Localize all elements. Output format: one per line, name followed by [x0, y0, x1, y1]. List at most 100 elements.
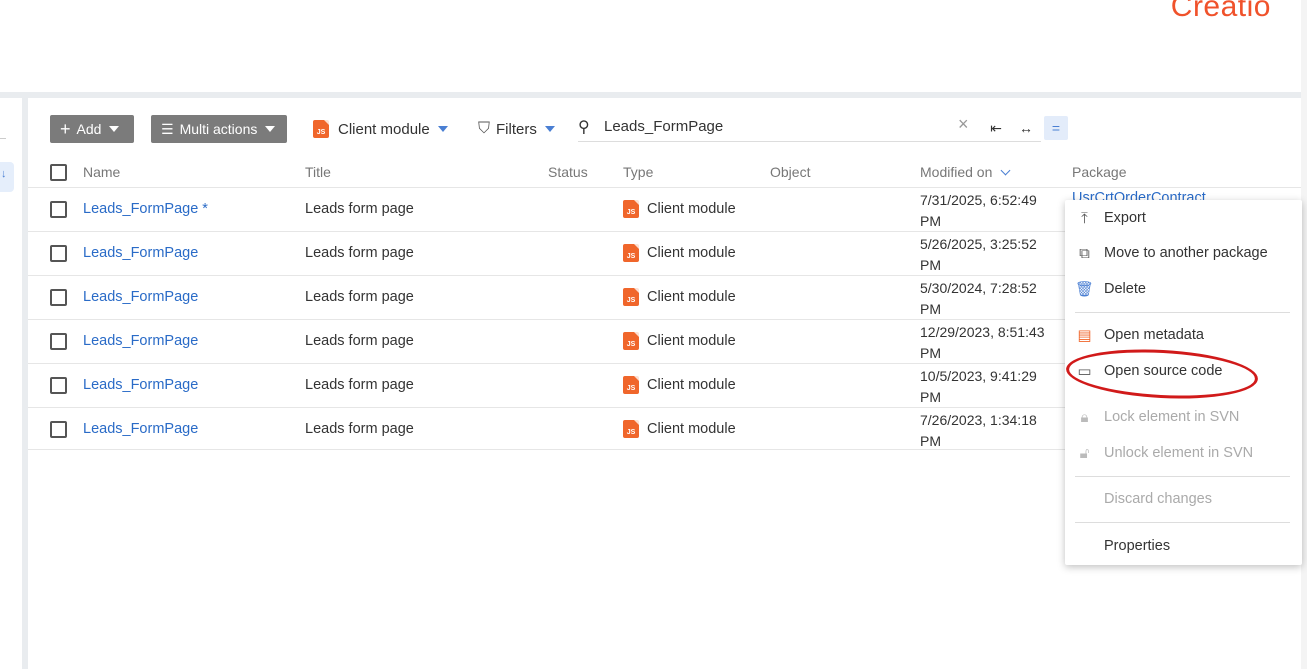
row-modified-date: 7/26/2023, 1:34:18	[920, 412, 1037, 428]
row-name-link[interactable]: Leads_FormPage	[83, 333, 198, 349]
menu-item-properties[interactable]: Properties	[1065, 531, 1302, 561]
col-package[interactable]: Package	[1072, 164, 1126, 180]
col-title[interactable]: Title	[305, 164, 331, 180]
collapse-left-icon[interactable]: ⇤	[984, 116, 1008, 140]
menu-item-label: Open metadata	[1104, 327, 1204, 343]
row-checkbox[interactable]	[50, 289, 67, 306]
filters-button[interactable]: ⛉ Filters	[478, 115, 555, 143]
clear-search-icon[interactable]: ×	[958, 114, 969, 135]
col-modified-on-label: Modified on	[920, 164, 993, 180]
row-modified-date: 10/5/2023, 9:41:29	[920, 368, 1037, 384]
table-row[interactable]: Leads_FormPage Leads form page JS Client …	[28, 363, 1068, 407]
menu-item-move-package[interactable]: ⧉ Move to another package	[1065, 238, 1302, 268]
multi-actions-button[interactable]: ☰ Multi actions	[151, 115, 287, 143]
col-name[interactable]: Name	[83, 164, 120, 180]
row-modified-on: 12/29/2023, 8:51:43 PM	[920, 322, 1045, 364]
table-header: Name Title Status Type Object Modified o…	[28, 158, 1301, 188]
expand-width-icon[interactable]: ↔	[1014, 116, 1038, 140]
menu-separator	[1075, 476, 1290, 477]
menu-item-label: Open source code	[1104, 363, 1223, 379]
js-file-icon: JS	[623, 200, 639, 218]
col-type[interactable]: Type	[623, 164, 653, 180]
row-type-label: Client module	[647, 421, 736, 437]
table-row[interactable]: Leads_FormPage Leads form page JS Client …	[28, 275, 1068, 319]
row-title: Leads form page	[305, 421, 414, 437]
menu-item-label: Export	[1104, 210, 1146, 226]
row-type-label: Client module	[647, 245, 736, 261]
row-modified-ampm: PM	[920, 257, 941, 273]
col-status[interactable]: Status	[548, 164, 588, 180]
row-type: JS Client module	[623, 288, 736, 306]
row-modified-on: 10/5/2023, 9:41:29 PM	[920, 366, 1037, 408]
row-type-label: Client module	[647, 377, 736, 393]
row-type-label: Client module	[647, 333, 736, 349]
add-button[interactable]: + Add	[50, 115, 134, 143]
row-modified-ampm: PM	[920, 213, 941, 229]
upload-icon: ⤒	[1081, 209, 1088, 227]
row-name-link[interactable]: Leads_FormPage	[83, 245, 198, 261]
row-type-label: Client module	[647, 201, 736, 217]
source-code-icon: ▭	[1077, 363, 1092, 380]
left-panel: ↓	[0, 98, 22, 669]
menu-item-open-source-code[interactable]: ▭ Open source code	[1065, 356, 1302, 386]
js-file-icon: JS	[623, 244, 639, 262]
menu-item-label: Delete	[1104, 281, 1146, 297]
row-title: Leads form page	[305, 333, 414, 349]
row-modified-ampm: PM	[920, 301, 941, 317]
row-checkbox[interactable]	[50, 201, 67, 218]
row-checkbox[interactable]	[50, 245, 67, 262]
plus-icon: +	[60, 119, 71, 139]
table-row[interactable]: Leads_FormPage Leads form page JS Client …	[28, 407, 1068, 451]
move-package-icon: ⧉	[1079, 244, 1090, 262]
row-checkbox[interactable]	[50, 333, 67, 350]
row-title: Leads form page	[305, 245, 414, 261]
js-file-icon: JS	[623, 288, 639, 306]
menu-item-label: Discard changes	[1104, 491, 1212, 507]
menu-separator	[1075, 522, 1290, 523]
row-title: Leads form page	[305, 289, 414, 305]
context-menu: ⤒ Export ⧉ Move to another package 🗑 Del…	[1065, 200, 1302, 565]
col-object[interactable]: Object	[770, 164, 810, 180]
chevron-down-icon	[109, 126, 120, 132]
metadata-icon: ▤	[1077, 327, 1092, 344]
row-modified-ampm: PM	[920, 345, 941, 361]
filters-label: Filters	[496, 120, 537, 138]
menu-item-delete[interactable]: 🗑 Delete	[1065, 274, 1302, 304]
multi-actions-label: Multi actions	[179, 121, 258, 137]
left-panel-divider	[0, 138, 6, 139]
menu-item-unlock-svn: 🔓︎ Unlock element in SVN	[1065, 438, 1302, 468]
left-panel-item-icon: ↓	[1, 168, 7, 180]
row-name-link[interactable]: Leads_FormPage *	[83, 201, 208, 217]
filter-icon: ⛉	[478, 120, 491, 137]
row-name-link[interactable]: Leads_FormPage	[83, 421, 198, 437]
list-icon: ☰	[161, 120, 174, 137]
menu-item-label: Properties	[1104, 538, 1171, 554]
row-name-link[interactable]: Leads_FormPage	[83, 377, 198, 393]
row-modified-date: 12/29/2023, 8:51:43	[920, 324, 1045, 340]
table-row[interactable]: Leads_FormPage * Leads form page JS Clien…	[28, 187, 1068, 231]
toolbar: + Add ☰ Multi actions JS Client module ⛉…	[28, 98, 1301, 158]
menu-item-open-metadata[interactable]: ▤ Open metadata	[1065, 320, 1302, 350]
menu-item-label: Move to another package	[1104, 245, 1268, 261]
search-input[interactable]	[604, 118, 954, 135]
row-type: JS Client module	[623, 244, 736, 262]
menu-item-discard-changes: Discard changes	[1065, 484, 1302, 514]
row-checkbox[interactable]	[50, 421, 67, 438]
module-filter-dropdown[interactable]: JS Client module	[313, 115, 448, 143]
add-button-label: Add	[76, 121, 102, 137]
table-row[interactable]: Leads_FormPage Leads form page JS Client …	[28, 319, 1068, 363]
chevron-down-icon	[437, 126, 448, 132]
col-modified-on[interactable]: Modified on	[920, 164, 1011, 180]
row-checkbox[interactable]	[50, 377, 67, 394]
table-row[interactable]: Leads_FormPage Leads form page JS Client …	[28, 231, 1068, 275]
unlock-icon: 🔓︎	[1079, 444, 1090, 462]
row-modified-ampm: PM	[920, 389, 941, 405]
row-name-link[interactable]: Leads_FormPage	[83, 289, 198, 305]
select-all-checkbox[interactable]	[50, 164, 67, 181]
creatio-logo: Creatio	[1170, 0, 1271, 23]
search-box: ⚲ × ⇤ ↔ =	[578, 112, 1068, 142]
chevron-down-icon	[544, 126, 555, 132]
left-panel-selected-item[interactable]: ↓	[0, 162, 14, 192]
menu-item-export[interactable]: ⤒ Export	[1065, 203, 1302, 233]
list-view-icon[interactable]: =	[1044, 116, 1068, 140]
